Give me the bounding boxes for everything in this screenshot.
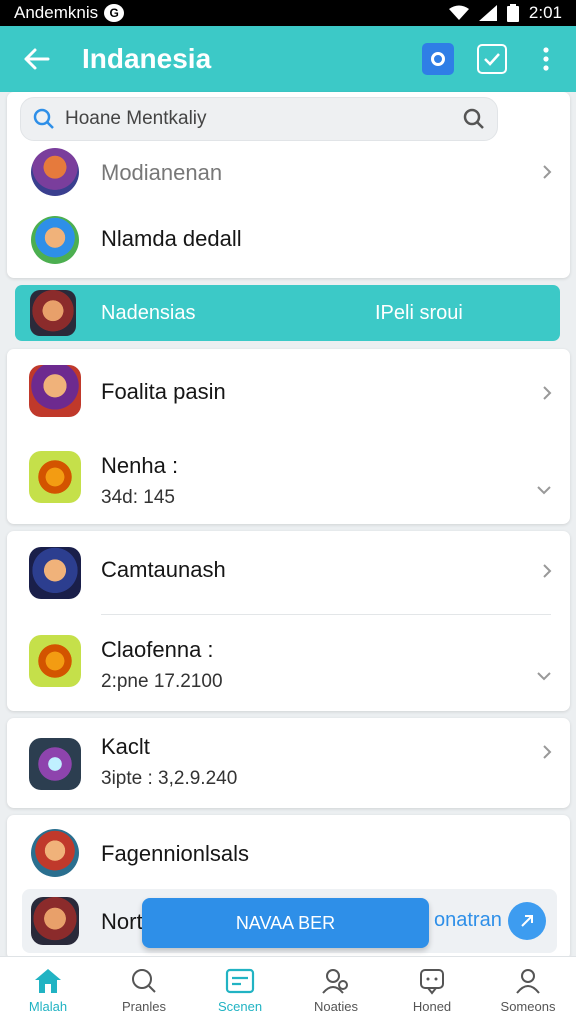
battery-icon	[506, 4, 519, 22]
list-card: Camtaunash Claofenna : 2:pne 17.2100	[7, 531, 570, 711]
list-item-title: Camtaunash	[101, 557, 226, 582]
divider	[101, 614, 551, 615]
more-button[interactable]	[526, 39, 566, 79]
arrow-left-icon	[24, 48, 50, 70]
app-icon	[31, 897, 79, 945]
list-item-subtitle: 3ipte : 3,2.9.240	[101, 768, 238, 789]
chat-icon	[420, 969, 444, 995]
chevron-down-icon[interactable]	[536, 671, 552, 681]
list-item-title: Foalita pasin	[101, 379, 226, 404]
list-card: Kaclt 3ipte : 3,2.9.240	[7, 718, 570, 808]
app-icon	[31, 216, 79, 264]
nav-item-someone[interactable]: Someons	[480, 957, 576, 1024]
search-bar[interactable]: Hoane Mentkaliy	[20, 97, 498, 141]
list-item-action[interactable]: IPeli sroui	[375, 302, 463, 325]
person-icon	[516, 969, 540, 994]
list-item-title: Kaclt	[101, 734, 150, 759]
search-icon	[132, 969, 156, 993]
status-time: 2:01	[528, 3, 562, 22]
wifi-icon	[448, 5, 469, 20]
notification-badge-icon: G	[104, 4, 125, 22]
list-item-title: Nadensias	[101, 302, 196, 324]
list-item[interactable]: Foalita pasin	[7, 359, 570, 423]
app-icon	[31, 148, 79, 196]
list-item[interactable]: Nenha : 34d: 145	[7, 445, 570, 515]
nav-label: Someons	[500, 999, 556, 1014]
record-button[interactable]	[418, 39, 458, 79]
chevron-right-icon	[543, 745, 552, 759]
app-icon	[29, 635, 81, 687]
list-item-subtitle: 34d: 145	[101, 487, 175, 508]
app-icon	[31, 829, 79, 877]
nav-label: Scenen	[217, 999, 263, 1014]
selected-list-item[interactable]: Nadensias IPeli sroui	[15, 285, 560, 341]
nav-item-home[interactable]: Mlalah	[0, 957, 96, 1024]
nav-item-screen[interactable]: Scenen	[192, 957, 288, 1024]
app-icon	[29, 451, 81, 503]
list-item[interactable]: Modianenan	[7, 142, 570, 202]
list-item-title: Nenha :	[101, 453, 179, 478]
screen-icon	[225, 968, 255, 994]
app-icon	[29, 547, 81, 599]
list-item-title: Claofenna :	[101, 637, 214, 662]
people-icon	[322, 969, 348, 994]
list-item-title: Modianenan	[101, 160, 223, 185]
list-item[interactable]: Camtaunash	[7, 541, 570, 605]
search-icon	[33, 108, 54, 129]
bottom-navigation: Mlalah Pranles Scenen Noaties Honed Some…	[0, 956, 576, 1024]
list-item-title: Nlamda dedall	[101, 226, 242, 251]
status-left-text: Andemknis	[14, 3, 99, 22]
search-input[interactable]: Hoane Mentkaliy	[55, 108, 463, 130]
signal-icon	[478, 5, 497, 21]
app-icon	[29, 365, 81, 417]
chevron-right-icon	[543, 386, 552, 400]
list-item[interactable]: Fagennionlsals	[7, 823, 570, 887]
list-item[interactable]: Claofenna : 2:pne 17.2100	[7, 631, 570, 701]
chevron-down-icon[interactable]	[536, 485, 552, 495]
nav-label: Noaties	[313, 999, 359, 1014]
list-item-title: Fagennionlsals	[101, 841, 249, 866]
nav-label: Honed	[412, 999, 452, 1014]
more-vert-icon	[543, 47, 549, 71]
list-card: Foalita pasin Nenha : 34d: 145	[7, 349, 570, 524]
app-bar: Indanesia	[0, 26, 576, 92]
circle-icon	[422, 43, 454, 75]
checkbox-icon	[477, 44, 507, 74]
select-button[interactable]	[472, 39, 512, 79]
primary-action-button[interactable]: NAVAA BER	[142, 898, 429, 948]
nav-item-honed[interactable]: Honed	[384, 957, 480, 1024]
list-item-title: Nort	[101, 909, 143, 934]
list-item[interactable]: Kaclt 3ipte : 3,2.9.240	[7, 728, 570, 798]
nav-item-notifications[interactable]: Noaties	[288, 957, 384, 1024]
list-item-right-text: onatran	[434, 909, 502, 931]
app-icon	[30, 290, 76, 336]
send-button[interactable]	[508, 902, 546, 940]
arrow-up-right-icon	[521, 915, 533, 927]
app-icon	[29, 738, 81, 790]
home-icon	[35, 969, 61, 993]
list-item-subtitle: 2:pne 17.2100	[101, 671, 223, 692]
status-bar: Andemknis G 2:01	[0, 0, 576, 26]
nav-label: Pranles	[121, 999, 167, 1014]
nav-item-profiles[interactable]: Pranles	[96, 957, 192, 1024]
chevron-right-icon	[543, 165, 552, 179]
nav-label: Mlalah	[28, 999, 68, 1014]
page-title: Indanesia	[82, 43, 212, 74]
search-icon[interactable]	[463, 108, 485, 130]
chevron-right-icon	[543, 564, 552, 578]
back-button[interactable]	[0, 26, 72, 92]
list-item[interactable]: Nlamda dedall	[7, 210, 570, 270]
